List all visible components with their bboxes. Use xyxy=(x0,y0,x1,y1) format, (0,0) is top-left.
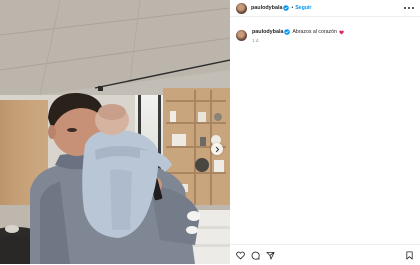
next-photo-button[interactable] xyxy=(211,143,223,155)
post-caption: paulodybala Abrazos al corazón 1 d xyxy=(236,29,414,43)
like-button[interactable] xyxy=(236,251,245,260)
instagram-post: paulodybala • Seguir paulodybala Abrazos… xyxy=(0,0,420,264)
post-actions-bar xyxy=(230,244,420,265)
caption-username[interactable]: paulodybala xyxy=(252,29,283,35)
save-button[interactable] xyxy=(405,251,414,260)
verified-badge-icon xyxy=(283,5,290,11)
chevron-right-icon xyxy=(215,146,219,152)
bookmark-icon xyxy=(406,251,413,260)
more-options-icon[interactable] xyxy=(404,4,414,12)
heart-icon xyxy=(236,251,245,260)
comment-icon xyxy=(251,251,260,260)
post-photo[interactable] xyxy=(0,0,230,264)
post-side-panel: paulodybala • Seguir paulodybala Abrazos… xyxy=(230,0,420,264)
share-button[interactable] xyxy=(266,251,275,260)
caption-text: Abrazos al corazón xyxy=(292,29,337,35)
verified-badge-icon xyxy=(284,29,291,35)
share-icon xyxy=(266,251,275,260)
photo-man-holding-baby xyxy=(0,0,230,264)
author-avatar[interactable] xyxy=(236,2,247,14)
separator-dot: • xyxy=(291,5,294,11)
post-time: 1 d xyxy=(252,38,259,43)
post-header: paulodybala • Seguir xyxy=(230,0,420,17)
red-heart-emoji-icon xyxy=(339,29,344,34)
author-username[interactable]: paulodybala xyxy=(251,5,282,11)
follow-button[interactable]: Seguir xyxy=(295,5,311,11)
caption-author-avatar[interactable] xyxy=(236,30,247,41)
comment-button[interactable] xyxy=(251,251,260,260)
